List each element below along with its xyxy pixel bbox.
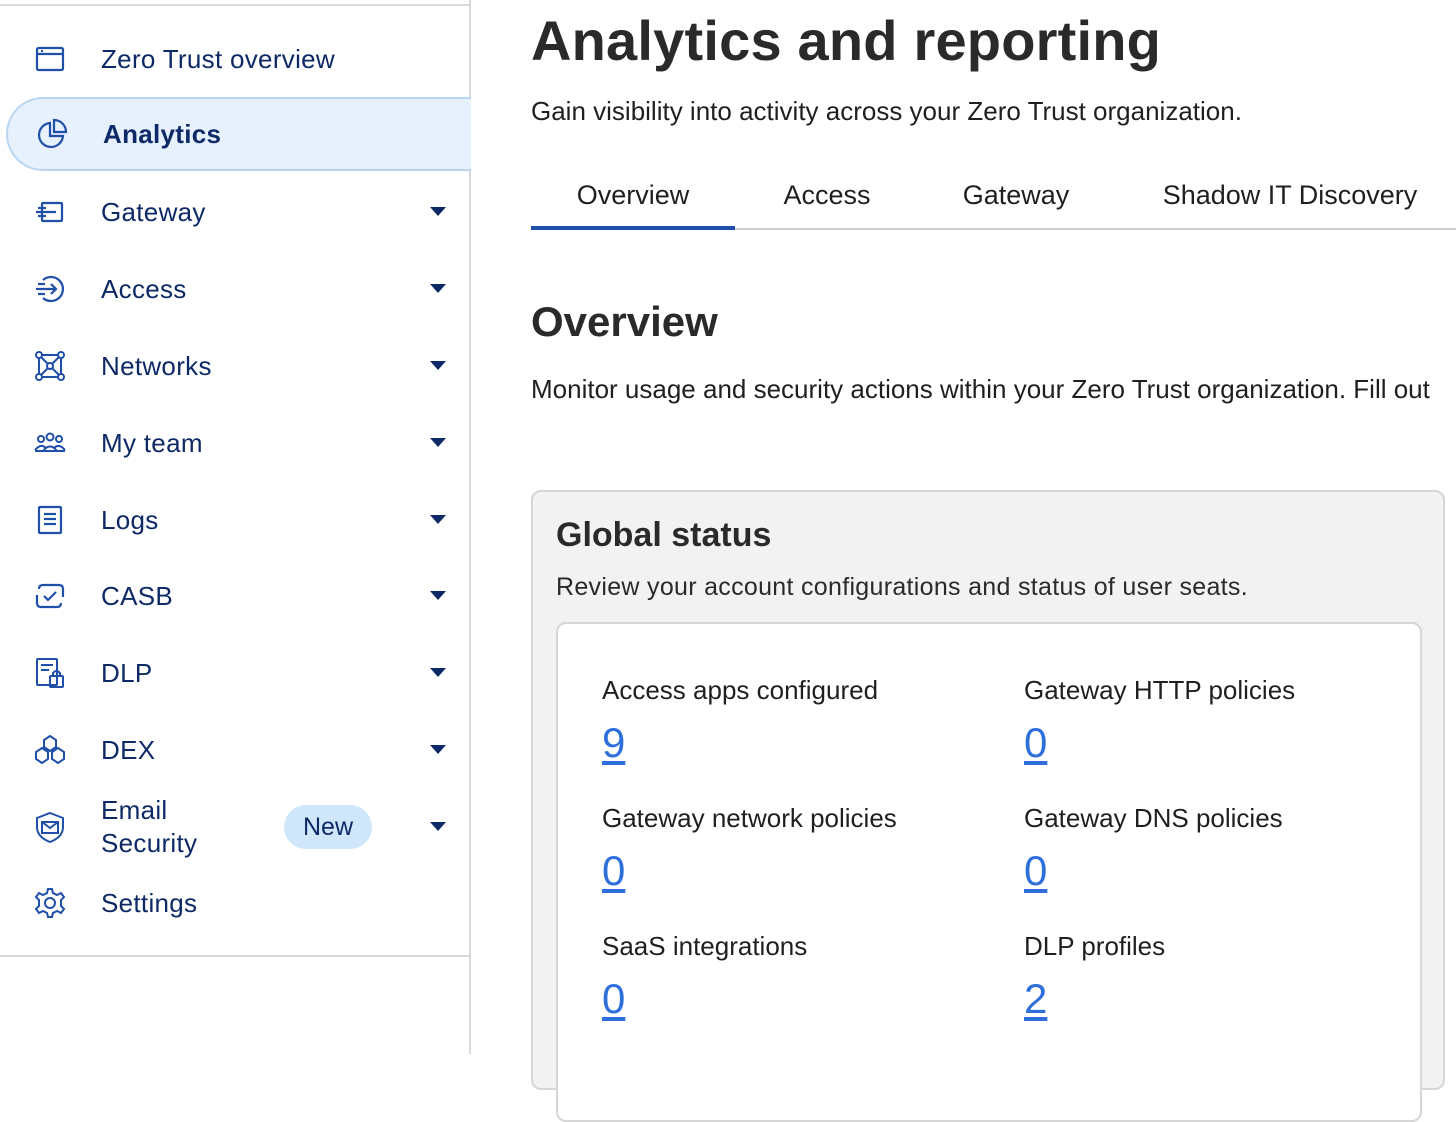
sidebar-item-label: DLP: [101, 658, 153, 688]
stat-dlp-profiles: DLP profiles 2: [1024, 930, 1424, 1022]
email-security-icon: [32, 809, 68, 845]
chevron-down-icon[interactable]: [430, 668, 446, 677]
stat-gateway-network-policies: Gateway network policies 0: [602, 802, 1002, 894]
sidebar-item-label: Analytics: [103, 119, 222, 149]
sidebar: Zero Trust overview Analytics Gateway Ac…: [0, 0, 471, 1054]
network-icon: [32, 348, 68, 384]
global-status-card: Global status Review your account config…: [531, 490, 1445, 1122]
sidebar-item-label: Networks: [101, 351, 212, 381]
new-badge: New: [284, 805, 372, 849]
sidebar-item-gateway[interactable]: Gateway: [6, 175, 471, 249]
stat-label: Gateway HTTP policies: [1024, 675, 1296, 705]
tab-overview[interactable]: Overview: [531, 164, 735, 230]
sidebar-item-zero-trust-overview[interactable]: Zero Trust overview: [6, 22, 471, 96]
page-subtitle: Gain visibility into activity across you…: [531, 96, 1242, 126]
chevron-down-icon[interactable]: [430, 822, 446, 831]
pie-chart-icon: [34, 116, 70, 152]
team-icon: [32, 425, 68, 461]
dex-icon: [32, 732, 68, 768]
tab-bar: Overview Access Gateway Shadow IT Discov…: [531, 164, 1456, 230]
stat-value-link[interactable]: 0: [602, 848, 625, 894]
stat-gateway-dns-policies: Gateway DNS policies 0: [1024, 802, 1424, 894]
sidebar-divider-top: [0, 4, 471, 6]
stat-access-apps: Access apps configured 9: [602, 674, 1002, 766]
stat-label: Access apps configured: [602, 675, 879, 705]
sidebar-item-dlp[interactable]: DLP: [6, 636, 471, 710]
page-title: Analytics and reporting: [531, 9, 1162, 72]
sidebar-item-label: My team: [101, 428, 203, 458]
card-title: Global status: [556, 516, 772, 554]
tab-shadow-it-discovery[interactable]: Shadow IT Discovery: [1145, 164, 1435, 228]
sidebar-item-access[interactable]: Access: [6, 252, 471, 326]
stat-value-link[interactable]: 0: [1024, 848, 1047, 894]
stat-label: Gateway network policies: [602, 803, 897, 833]
stat-value-link[interactable]: 9: [602, 720, 625, 766]
access-icon: [32, 271, 68, 307]
browser-window-icon: [32, 41, 68, 77]
sidebar-item-label: Settings: [101, 888, 198, 918]
stat-gateway-http-policies: Gateway HTTP policies 0: [1024, 674, 1424, 766]
sidebar-item-label: CASB: [101, 581, 174, 611]
sidebar-item-analytics[interactable]: Analytics: [6, 97, 471, 171]
sidebar-item-label: Access: [101, 274, 187, 304]
stat-value-link[interactable]: 0: [602, 976, 625, 1022]
sidebar-item-networks[interactable]: Networks: [6, 329, 471, 403]
sidebar-item-my-team[interactable]: My team: [6, 406, 471, 480]
sidebar-item-label: Email Security: [101, 795, 198, 858]
stat-label: SaaS integrations: [602, 931, 808, 961]
casb-icon: [32, 578, 68, 614]
sidebar-item-label: DEX: [101, 735, 156, 765]
sidebar-item-settings[interactable]: Settings: [6, 866, 471, 940]
gateway-icon: [32, 194, 68, 230]
tab-access[interactable]: Access: [761, 164, 893, 228]
stat-value-link[interactable]: 0: [1024, 720, 1047, 766]
sidebar-divider-bottom: [0, 955, 471, 957]
gear-icon: [32, 885, 68, 921]
sidebar-item-label: Zero Trust overview: [101, 44, 335, 74]
sidebar-item-dex[interactable]: DEX: [6, 713, 471, 787]
stat-label: DLP profiles: [1024, 931, 1166, 961]
chevron-down-icon[interactable]: [430, 591, 446, 600]
tab-gateway[interactable]: Gateway: [943, 164, 1089, 228]
section-title: Overview: [531, 298, 718, 345]
stat-label: Gateway DNS policies: [1024, 803, 1283, 833]
chevron-down-icon[interactable]: [430, 438, 446, 447]
chevron-down-icon[interactable]: [430, 284, 446, 293]
section-description: Monitor usage and security actions withi…: [531, 374, 1430, 404]
sidebar-item-email-security[interactable]: Email Security New: [6, 790, 471, 864]
sidebar-item-label: Gateway: [101, 197, 206, 227]
sidebar-item-label: Logs: [101, 505, 159, 535]
stat-saas-integrations: SaaS integrations 0: [602, 930, 1002, 1022]
dlp-icon: [32, 655, 68, 691]
chevron-down-icon[interactable]: [430, 361, 446, 370]
sidebar-item-logs[interactable]: Logs: [6, 483, 471, 557]
stat-value-link[interactable]: 2: [1024, 976, 1047, 1022]
sidebar-item-casb[interactable]: CASB: [6, 559, 471, 633]
stats-panel: Access apps configured 9 Gateway HTTP po…: [556, 622, 1422, 1122]
logs-icon: [32, 502, 68, 538]
chevron-down-icon[interactable]: [430, 745, 446, 754]
chevron-down-icon[interactable]: [430, 515, 446, 524]
main-content: Analytics and reporting Gain visibility …: [531, 0, 1456, 1122]
card-description: Review your account configurations and s…: [556, 573, 1248, 601]
chevron-down-icon[interactable]: [430, 207, 446, 216]
